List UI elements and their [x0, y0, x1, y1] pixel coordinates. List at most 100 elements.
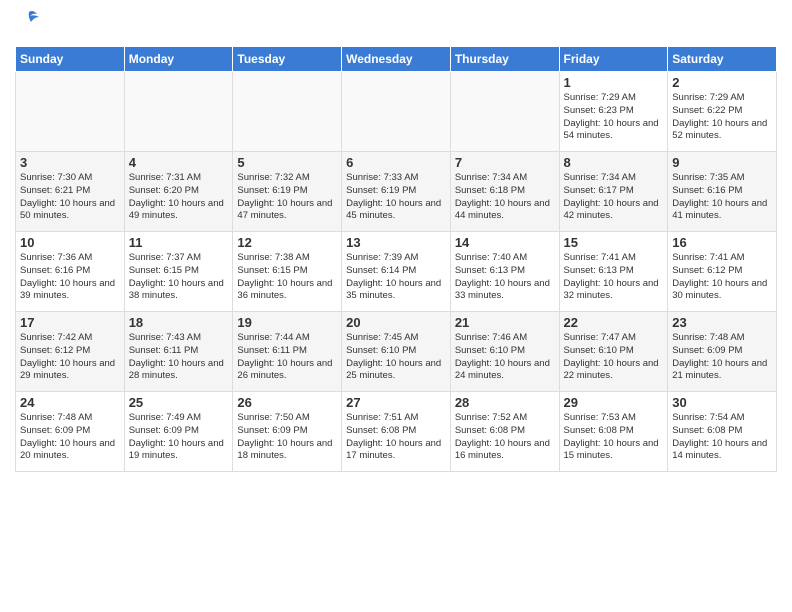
calendar-week-row: 17 Sunrise: 7:42 AM Sunset: 6:12 PM Dayli… [16, 312, 777, 392]
day-number: 7 [455, 155, 555, 170]
day-number: 1 [564, 75, 664, 90]
day-info: Sunrise: 7:46 AM Sunset: 6:10 PM Dayligh… [455, 332, 555, 383]
day-info: Sunrise: 7:34 AM Sunset: 6:18 PM Dayligh… [455, 172, 555, 223]
day-info: Sunrise: 7:34 AM Sunset: 6:17 PM Dayligh… [564, 172, 664, 223]
day-number: 19 [237, 315, 337, 330]
day-info: Sunrise: 7:33 AM Sunset: 6:19 PM Dayligh… [346, 172, 446, 223]
calendar-cell: 4 Sunrise: 7:31 AM Sunset: 6:20 PM Daylig… [124, 152, 233, 232]
day-info: Sunrise: 7:35 AM Sunset: 6:16 PM Dayligh… [672, 172, 772, 223]
col-header-saturday: Saturday [668, 47, 777, 72]
calendar-cell: 8 Sunrise: 7:34 AM Sunset: 6:17 PM Daylig… [559, 152, 668, 232]
day-number: 10 [20, 235, 120, 250]
day-info: Sunrise: 7:37 AM Sunset: 6:15 PM Dayligh… [129, 252, 229, 303]
day-number: 27 [346, 395, 446, 410]
calendar-cell: 5 Sunrise: 7:32 AM Sunset: 6:19 PM Daylig… [233, 152, 342, 232]
calendar-cell: 12 Sunrise: 7:38 AM Sunset: 6:15 PM Dayli… [233, 232, 342, 312]
col-header-wednesday: Wednesday [342, 47, 451, 72]
day-number: 6 [346, 155, 446, 170]
logo-bird-icon [17, 10, 41, 30]
calendar-cell: 30 Sunrise: 7:54 AM Sunset: 6:08 PM Dayli… [668, 392, 777, 472]
day-info: Sunrise: 7:41 AM Sunset: 6:12 PM Dayligh… [672, 252, 772, 303]
calendar-cell [450, 72, 559, 152]
col-header-friday: Friday [559, 47, 668, 72]
day-number: 25 [129, 395, 229, 410]
calendar-cell: 28 Sunrise: 7:52 AM Sunset: 6:08 PM Dayli… [450, 392, 559, 472]
calendar-cell [342, 72, 451, 152]
calendar-cell: 7 Sunrise: 7:34 AM Sunset: 6:18 PM Daylig… [450, 152, 559, 232]
day-info: Sunrise: 7:39 AM Sunset: 6:14 PM Dayligh… [346, 252, 446, 303]
day-number: 29 [564, 395, 664, 410]
calendar-cell: 9 Sunrise: 7:35 AM Sunset: 6:16 PM Daylig… [668, 152, 777, 232]
calendar-cell: 23 Sunrise: 7:48 AM Sunset: 6:09 PM Dayli… [668, 312, 777, 392]
calendar-cell: 20 Sunrise: 7:45 AM Sunset: 6:10 PM Dayli… [342, 312, 451, 392]
calendar-week-row: 1 Sunrise: 7:29 AM Sunset: 6:23 PM Daylig… [16, 72, 777, 152]
day-info: Sunrise: 7:32 AM Sunset: 6:19 PM Dayligh… [237, 172, 337, 223]
calendar-cell: 25Sunrise: 7:49 AM Sunset: 6:09 PM Dayli… [124, 392, 233, 472]
day-info: Sunrise: 7:53 AM Sunset: 6:08 PM Dayligh… [564, 412, 664, 463]
day-number: 26 [237, 395, 337, 410]
calendar-cell: 26 Sunrise: 7:50 AM Sunset: 6:09 PM Dayli… [233, 392, 342, 472]
day-number: 11 [129, 235, 229, 250]
day-info: Sunrise: 7:54 AM Sunset: 6:08 PM Dayligh… [672, 412, 772, 463]
day-info: Sunrise: 7:29 AM Sunset: 6:23 PM Dayligh… [564, 92, 664, 143]
day-info: Sunrise: 7:50 AM Sunset: 6:09 PM Dayligh… [237, 412, 337, 463]
day-info: Sunrise: 7:52 AM Sunset: 6:08 PM Dayligh… [455, 412, 555, 463]
day-number: 8 [564, 155, 664, 170]
day-info: Sunrise: 7:41 AM Sunset: 6:13 PM Dayligh… [564, 252, 664, 303]
calendar-cell: 29 Sunrise: 7:53 AM Sunset: 6:08 PM Dayli… [559, 392, 668, 472]
day-number: 14 [455, 235, 555, 250]
day-number: 5 [237, 155, 337, 170]
calendar-cell: 11 Sunrise: 7:37 AM Sunset: 6:15 PM Dayli… [124, 232, 233, 312]
calendar-cell: 22 Sunrise: 7:47 AM Sunset: 6:10 PM Dayli… [559, 312, 668, 392]
calendar-cell: 15 Sunrise: 7:41 AM Sunset: 6:13 PM Dayli… [559, 232, 668, 312]
day-info: Sunrise: 7:43 AM Sunset: 6:11 PM Dayligh… [129, 332, 229, 383]
calendar-header-row: SundayMondayTuesdayWednesdayThursdayFrid… [16, 47, 777, 72]
day-number: 24 [20, 395, 120, 410]
day-number: 4 [129, 155, 229, 170]
day-info: Sunrise: 7:48 AM Sunset: 6:09 PM Dayligh… [672, 332, 772, 383]
day-number: 12 [237, 235, 337, 250]
day-info: Sunrise: 7:47 AM Sunset: 6:10 PM Dayligh… [564, 332, 664, 383]
day-info: Sunrise: 7:30 AM Sunset: 6:21 PM Dayligh… [20, 172, 120, 223]
day-number: 20 [346, 315, 446, 330]
calendar-cell: 21 Sunrise: 7:46 AM Sunset: 6:10 PM Dayli… [450, 312, 559, 392]
day-number: 13 [346, 235, 446, 250]
day-number: 3 [20, 155, 120, 170]
calendar-cell: 17 Sunrise: 7:42 AM Sunset: 6:12 PM Dayli… [16, 312, 125, 392]
day-number: 17 [20, 315, 120, 330]
day-info: Sunrise: 7:51 AM Sunset: 6:08 PM Dayligh… [346, 412, 446, 463]
calendar-cell: 2 Sunrise: 7:29 AM Sunset: 6:22 PM Daylig… [668, 72, 777, 152]
calendar-cell: 16 Sunrise: 7:41 AM Sunset: 6:12 PM Dayli… [668, 232, 777, 312]
day-number: 23 [672, 315, 772, 330]
col-header-thursday: Thursday [450, 47, 559, 72]
calendar-cell [16, 72, 125, 152]
day-number: 22 [564, 315, 664, 330]
day-info: Sunrise: 7:45 AM Sunset: 6:10 PM Dayligh… [346, 332, 446, 383]
logo [15, 10, 41, 38]
calendar-cell: 24Sunrise: 7:48 AM Sunset: 6:09 PM Dayli… [16, 392, 125, 472]
day-number: 18 [129, 315, 229, 330]
day-info: Sunrise: 7:31 AM Sunset: 6:20 PM Dayligh… [129, 172, 229, 223]
calendar-cell: 3 Sunrise: 7:30 AM Sunset: 6:21 PM Daylig… [16, 152, 125, 232]
day-number: 9 [672, 155, 772, 170]
day-info: Sunrise: 7:42 AM Sunset: 6:12 PM Dayligh… [20, 332, 120, 383]
day-number: 16 [672, 235, 772, 250]
day-number: 28 [455, 395, 555, 410]
calendar-week-row: 10 Sunrise: 7:36 AM Sunset: 6:16 PM Dayli… [16, 232, 777, 312]
calendar-week-row: 24Sunrise: 7:48 AM Sunset: 6:09 PM Dayli… [16, 392, 777, 472]
day-number: 21 [455, 315, 555, 330]
calendar-week-row: 3 Sunrise: 7:30 AM Sunset: 6:21 PM Daylig… [16, 152, 777, 232]
day-number: 15 [564, 235, 664, 250]
col-header-tuesday: Tuesday [233, 47, 342, 72]
day-number: 30 [672, 395, 772, 410]
calendar-cell: 19Sunrise: 7:44 AM Sunset: 6:11 PM Dayli… [233, 312, 342, 392]
col-header-sunday: Sunday [16, 47, 125, 72]
day-info: Sunrise: 7:36 AM Sunset: 6:16 PM Dayligh… [20, 252, 120, 303]
calendar-cell: 13 Sunrise: 7:39 AM Sunset: 6:14 PM Dayli… [342, 232, 451, 312]
header [15, 10, 777, 38]
day-number: 2 [672, 75, 772, 90]
col-header-monday: Monday [124, 47, 233, 72]
day-info: Sunrise: 7:38 AM Sunset: 6:15 PM Dayligh… [237, 252, 337, 303]
calendar-cell: 27 Sunrise: 7:51 AM Sunset: 6:08 PM Dayli… [342, 392, 451, 472]
day-info: Sunrise: 7:29 AM Sunset: 6:22 PM Dayligh… [672, 92, 772, 143]
